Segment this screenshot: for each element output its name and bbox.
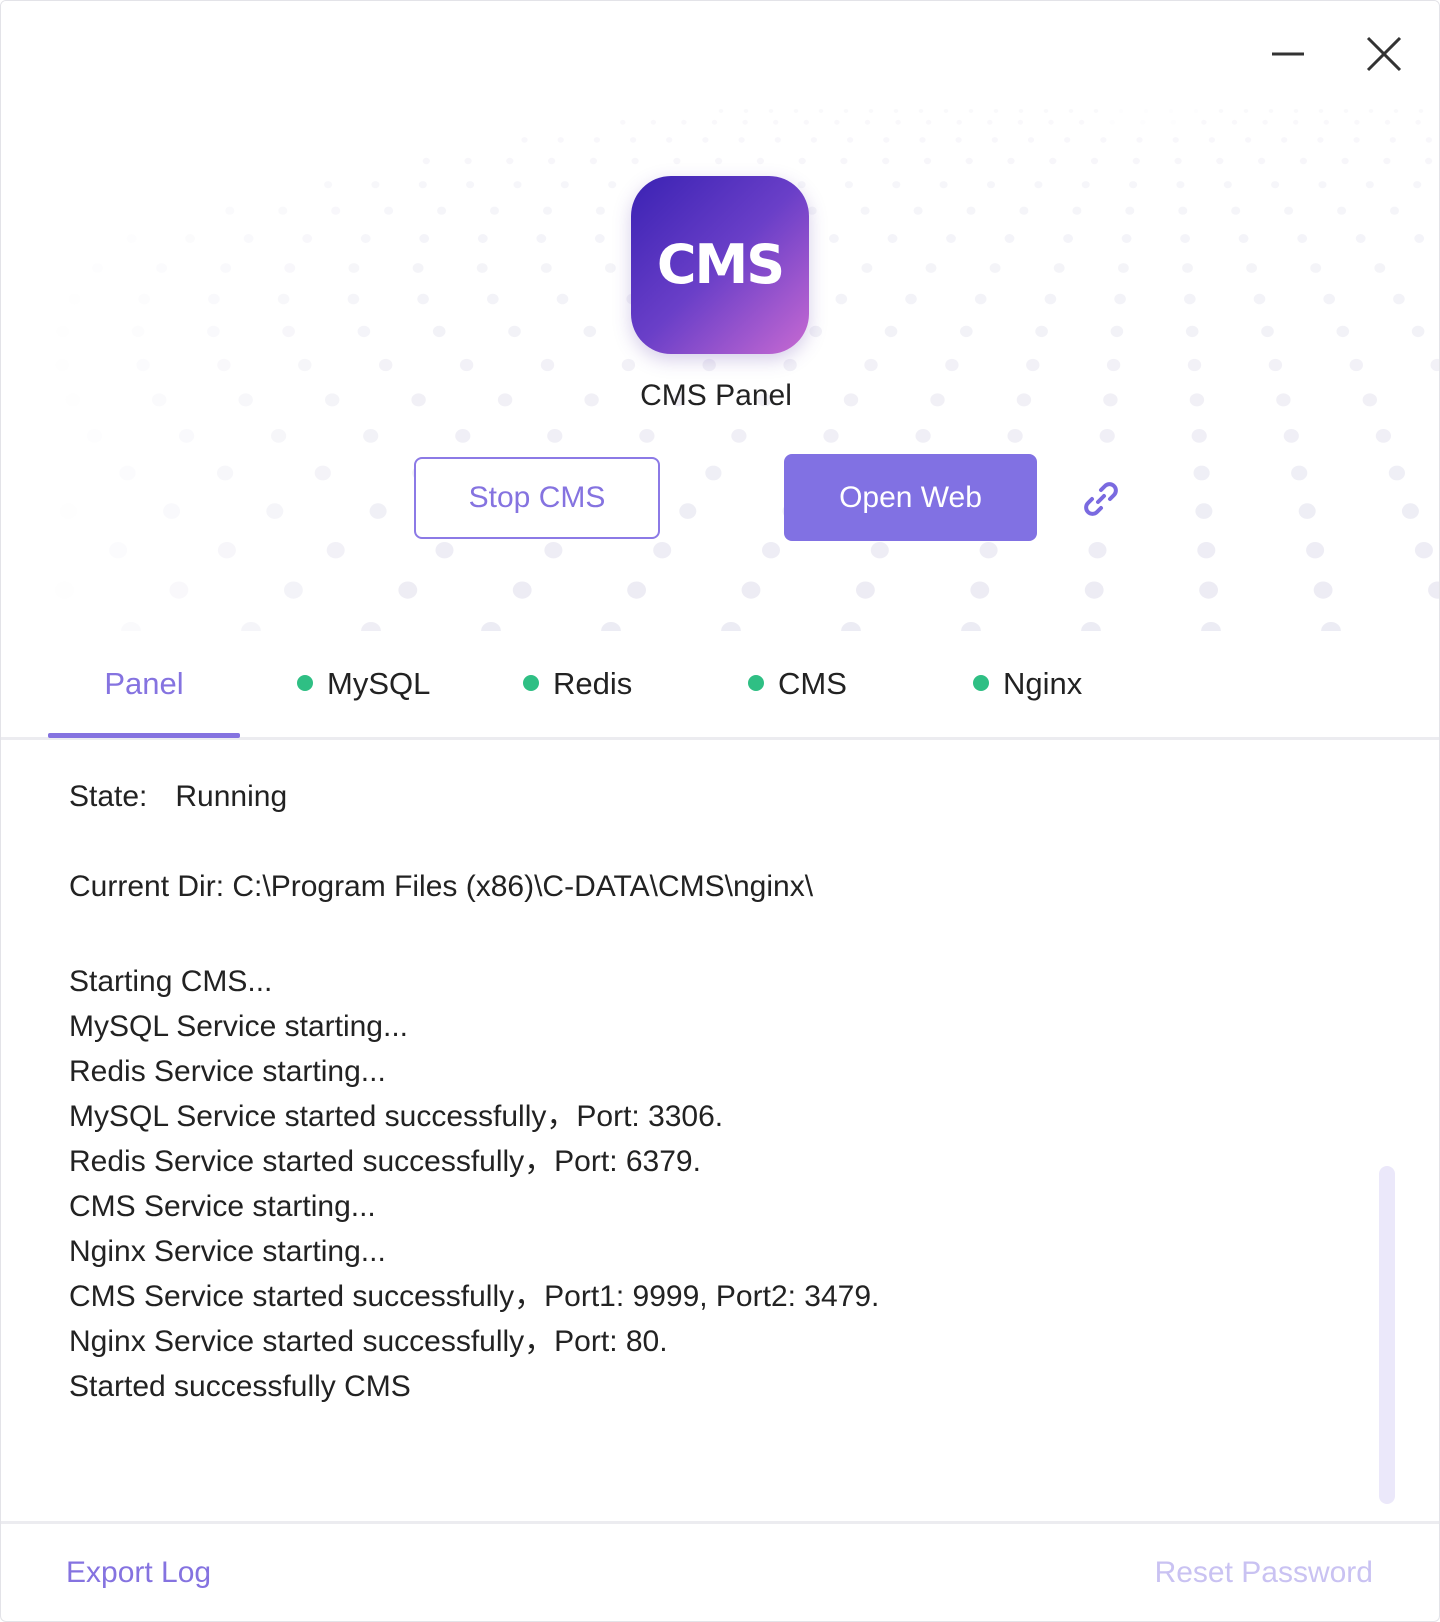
panel-content: State: Running Current Dir: C:\Program Fi… [1,740,1439,1521]
close-icon [1366,36,1402,72]
log-scrollbar[interactable] [1379,1166,1395,1504]
state-value: Running [175,780,288,813]
tab-redis-label: Redis [553,666,633,701]
minimize-icon [1272,52,1304,56]
tab-mysql[interactable]: MySQL [297,631,430,737]
log-line: Redis Service starting... [69,1055,386,1088]
link-icon [1084,482,1118,516]
export-log-link[interactable]: Export Log [66,1556,211,1590]
copy-link-button[interactable] [1066,459,1136,539]
log-line: CMS Service started successfully，Port1: … [69,1280,880,1313]
log-line: CMS Service starting... [69,1190,376,1223]
log-line: MySQL Service starting... [69,1010,408,1043]
tab-redis[interactable]: Redis [523,631,632,737]
tab-nginx-label: Nginx [1003,666,1083,701]
log-line: Nginx Service started successfully，Port:… [69,1325,668,1358]
log-output: Starting CMS... MySQL Service starting..… [69,959,1319,1409]
tab-cms[interactable]: CMS [748,631,847,737]
tab-panel[interactable]: Panel [48,631,240,737]
active-tab-indicator [48,733,240,738]
app-name: CMS Panel [640,379,792,412]
state-label: State: [69,780,148,813]
tab-panel-label: Panel [104,666,184,701]
app-logo-text: CMS [656,233,785,296]
status-dot-icon [748,674,764,691]
header-hero: CMS CMS Panel Stop CMS Open Web [1,1,1439,631]
status-dot-icon [523,674,539,691]
reset-password-link[interactable]: Reset Password [1155,1556,1373,1590]
footer: Export Log Reset Password [1,1521,1439,1621]
minimize-button[interactable] [1263,29,1313,79]
state-row: State: Running [69,780,287,814]
status-dot-icon [973,674,989,691]
log-line: Started successfully CMS [69,1370,411,1403]
stop-cms-button[interactable]: Stop CMS [414,457,660,539]
log-line: MySQL Service started successfully，Port:… [69,1100,724,1133]
tab-mysql-label: MySQL [327,666,431,701]
log-line: Starting CMS... [69,965,273,998]
tab-bar: Panel MySQL Redis CMS Nginx [1,631,1439,740]
open-web-button[interactable]: Open Web [784,454,1037,541]
tab-cms-label: CMS [778,666,847,701]
log-line: Nginx Service starting... [69,1235,386,1268]
app-window: CMS CMS Panel Stop CMS Open Web Panel My… [0,0,1440,1622]
close-button[interactable] [1359,29,1409,79]
tab-nginx[interactable]: Nginx [973,631,1082,737]
app-logo: CMS [631,176,809,354]
log-line: Redis Service started successfully，Port:… [69,1145,701,1178]
status-dot-icon [297,674,313,691]
current-dir: Current Dir: C:\Program Files (x86)\C-DA… [69,870,814,903]
